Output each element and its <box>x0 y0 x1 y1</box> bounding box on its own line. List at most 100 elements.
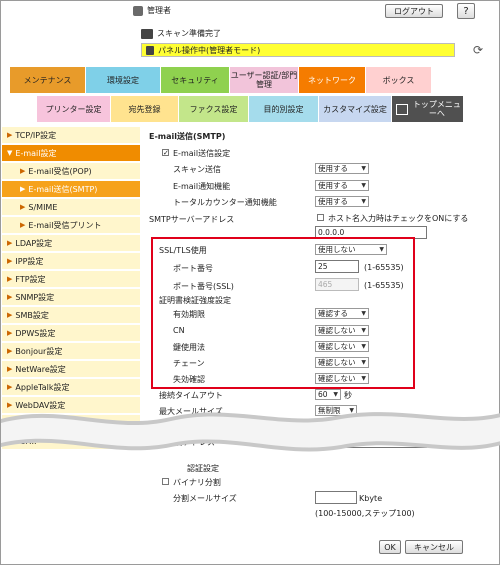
nav-label: DPWS設定 <box>15 328 56 338</box>
select-value: 確認しない <box>318 342 356 351</box>
cancel-button[interactable]: キャンセル <box>405 540 463 554</box>
user-info: 管理者 <box>133 5 171 16</box>
select-value: 確認しない <box>318 326 356 335</box>
nav-appletalk[interactable]: ▶ AppleTalk設定 <box>2 379 140 396</box>
status-text: スキャン準備完了 <box>157 29 221 38</box>
email-send-label: E-mail送信設定 <box>173 149 231 158</box>
ok-button[interactable]: OK <box>379 540 401 554</box>
subtab-label: 宛先登録 <box>128 104 161 114</box>
email-notify-label: E-mail通知機能 <box>173 182 231 191</box>
port-input[interactable]: 25 <box>315 260 359 273</box>
port-range: (1-65535) <box>364 263 404 272</box>
tab-label: ボックス <box>382 75 415 85</box>
port-ssl-label: ポート番号(SSL) <box>173 282 234 291</box>
subtab-purpose-settings[interactable]: 目的別設定 <box>249 96 319 122</box>
nav-label: FTP設定 <box>15 274 46 284</box>
smtp-address-input[interactable]: 0.0.0.0 <box>315 226 427 239</box>
nav-openapi[interactable]: ▶ OpenAPI設定 <box>2 415 140 432</box>
tab-box[interactable]: ボックス <box>366 67 432 93</box>
nav-ldap[interactable]: ▶ LDAP設定 <box>2 235 140 252</box>
max-mail-select[interactable]: 無制限 ▼ <box>315 405 357 416</box>
key-usage-select[interactable]: 確認しない ▼ <box>315 341 369 352</box>
auth-setting-label: 認証設定 <box>187 464 219 473</box>
port-ssl-range: (1-65535) <box>364 281 404 290</box>
nav-dpws[interactable]: ▶ DPWS設定 <box>2 325 140 342</box>
chevron-down-icon: ▼ <box>361 182 366 189</box>
nav-netware[interactable]: ▶ NetWare設定 <box>2 361 140 378</box>
tab-maintenance[interactable]: メンテナンス <box>10 67 86 93</box>
binary-split-checkbox[interactable] <box>162 478 169 485</box>
nav-webdav[interactable]: ▶ WebDAV設定 <box>2 397 140 414</box>
chain-select[interactable]: 確認しない ▼ <box>315 357 369 368</box>
user-label: 管理者 <box>147 6 171 15</box>
subtab-fax-settings[interactable]: ファクス設定 <box>179 96 249 122</box>
nav-label: TCP... <box>15 436 37 446</box>
timeout-unit: 秒 <box>344 391 352 400</box>
nav-label: LDAP設定 <box>15 238 53 248</box>
server-capacity-label: サーバー容量 <box>173 424 221 433</box>
nav-email-receive-print[interactable]: ▶ E-mail受信プリント <box>2 217 140 234</box>
subtab-label: プリンター設定 <box>45 104 102 114</box>
nav-email-pop[interactable]: ▶ E-mail受信(POP) <box>2 163 140 180</box>
binary-split-label: バイナリ分割 <box>173 478 221 487</box>
validity-label: 有効期限 <box>173 310 205 319</box>
nav-label: Bonjour設定 <box>15 346 63 356</box>
tab-label: ユーザー認証/部門管理 <box>230 71 298 89</box>
subtab-address-registration[interactable]: 宛先登録 <box>111 96 179 122</box>
select-value: 使用する <box>318 164 348 173</box>
panel-status-text: パネル操作中(管理者モード) <box>158 45 261 55</box>
nav-label: E-mail送信(SMTP) <box>28 184 98 194</box>
subtab-label: トップメニューへ <box>412 100 461 118</box>
hostname-checkbox[interactable] <box>317 214 324 221</box>
nav-smime[interactable]: ▶ S/MIME <box>2 199 140 216</box>
nav-tcp-socket[interactable]: ▶ TCP... <box>2 433 140 450</box>
total-counter-select[interactable]: 使用する ▼ <box>315 196 369 207</box>
page-title: E-mail送信(SMTP) <box>149 132 226 141</box>
max-mail-label: 最大メールサイズ <box>159 407 223 416</box>
nav-ipp[interactable]: ▶ IPP設定 <box>2 253 140 270</box>
chevron-down-icon: ▼ <box>379 246 384 253</box>
ssl-tls-select[interactable]: 使用しない ▼ <box>315 244 387 255</box>
cn-select[interactable]: 確認しない ▼ <box>315 325 369 336</box>
subtab-top-menu[interactable]: トップメニューへ <box>392 96 464 122</box>
nav-label: NetWare設定 <box>15 364 66 374</box>
nav-bonjour[interactable]: ▶ Bonjour設定 <box>2 343 140 360</box>
nav-label: S/MIME <box>28 202 58 212</box>
email-notify-select[interactable]: 使用する ▼ <box>315 180 369 191</box>
email-send-checkbox[interactable]: ✓ <box>162 149 169 157</box>
chain-label: チェーン <box>173 359 205 368</box>
panel-lock-icon <box>146 45 154 55</box>
total-counter-label: トータルカウンター通知機能 <box>173 198 277 207</box>
nav-email-smtp[interactable]: ▶ E-mail送信(SMTP) <box>2 181 140 198</box>
nav-snmp[interactable]: ▶ SNMP設定 <box>2 289 140 306</box>
nav-label: E-mail設定 <box>15 148 57 158</box>
chevron-down-icon: ▼ <box>349 407 354 414</box>
cn-label: CN <box>173 326 185 335</box>
refresh-icon[interactable]: ⟳ <box>471 43 485 57</box>
revocation-label: 失効確認 <box>173 375 205 384</box>
scan-send-select[interactable]: 使用する ▼ <box>315 163 369 174</box>
validity-select[interactable]: 確認する ▼ <box>315 308 369 319</box>
nav-tcpip[interactable]: ▶ TCP/IP設定 <box>2 127 140 144</box>
subtab-customize[interactable]: カスタマイズ設定 <box>319 96 392 122</box>
help-button[interactable]: ? <box>457 3 475 19</box>
nav-email[interactable]: ▼ E-mail設定 <box>2 145 140 162</box>
hostname-note: ホスト名入力時はチェックをONにする <box>328 214 469 223</box>
nav-ftp[interactable]: ▶ FTP設定 <box>2 271 140 288</box>
tab-security[interactable]: セキュリティ <box>161 67 230 93</box>
timeout-select[interactable]: 60 ▼ <box>315 389 341 400</box>
tab-label: セキュリティ <box>171 75 219 85</box>
subtab-printer-settings[interactable]: プリンター設定 <box>37 96 111 122</box>
tab-network[interactable]: ネットワーク <box>299 67 366 93</box>
select-value: 確認しない <box>318 374 356 383</box>
port-ssl-input[interactable]: 465 <box>315 278 359 291</box>
revocation-select[interactable]: 確認しない ▼ <box>315 373 369 384</box>
nav-label: AppleTalk設定 <box>15 382 70 392</box>
split-size-input[interactable] <box>315 491 357 504</box>
server-capacity-input[interactable] <box>315 420 349 433</box>
tab-environment[interactable]: 環境設定 <box>86 67 161 93</box>
tab-user-auth[interactable]: ユーザー認証/部門管理 <box>230 67 299 93</box>
logout-button[interactable]: ログアウト <box>385 4 443 18</box>
nav-smb[interactable]: ▶ SMB設定 <box>2 307 140 324</box>
admin-address-input[interactable] <box>315 435 427 448</box>
